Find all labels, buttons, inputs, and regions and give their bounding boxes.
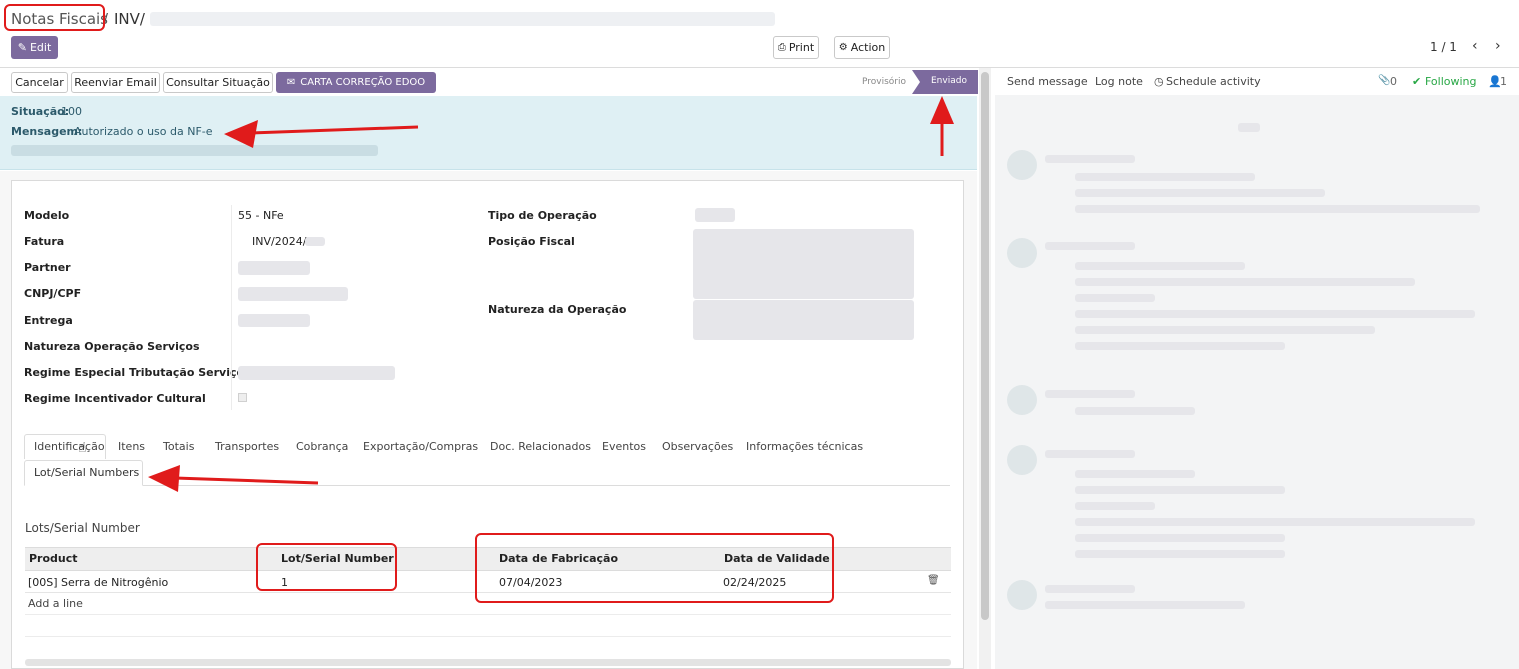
arrow-enviado-head bbox=[930, 96, 954, 124]
arrow-tab-shaft bbox=[174, 476, 319, 485]
arrow-mensagem-head bbox=[224, 120, 258, 148]
annotation-arrows bbox=[148, 96, 954, 492]
arrow-tab-head bbox=[148, 465, 180, 492]
arrow-mensagem-shaft bbox=[249, 125, 419, 135]
